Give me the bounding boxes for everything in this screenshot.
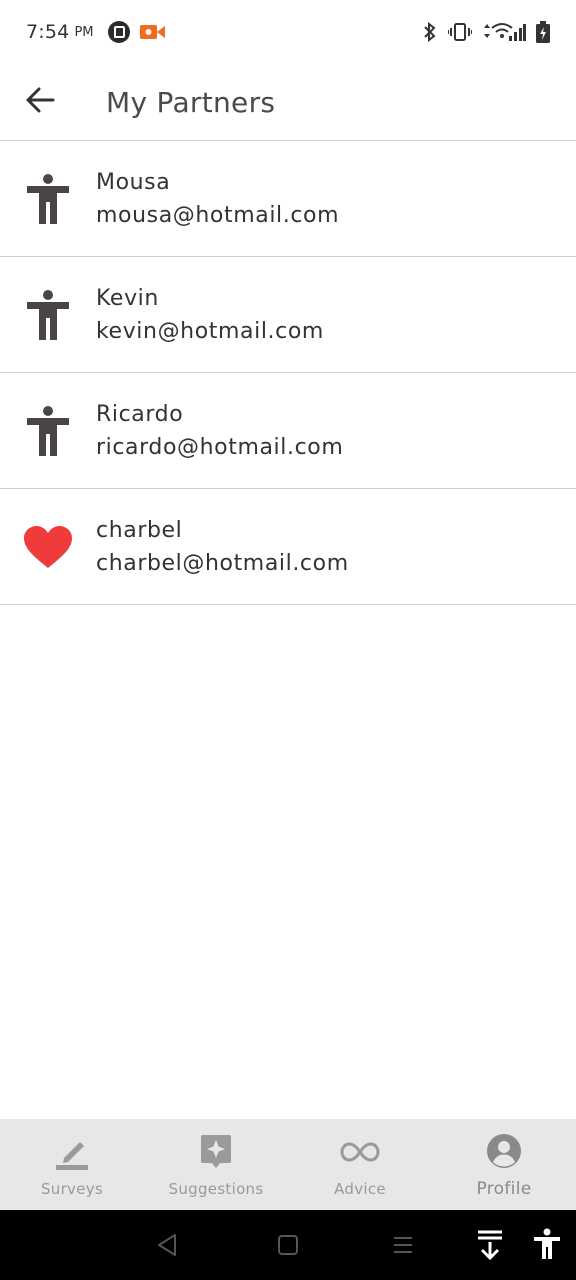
system-home-button[interactable] bbox=[277, 1234, 299, 1260]
bottom-navigation: Surveys Suggestions Advice Profile bbox=[0, 1119, 576, 1210]
app-bar: My Partners bbox=[0, 64, 576, 141]
system-accessibility-button[interactable] bbox=[533, 1228, 561, 1264]
partner-list: Mousa mousa@hotmail.com Kevin kevin@hotm… bbox=[0, 141, 576, 605]
sparkle-bubble-icon bbox=[200, 1134, 232, 1174]
partner-email: ricardo@hotmail.com bbox=[96, 434, 344, 460]
partner-email: mousa@hotmail.com bbox=[96, 202, 340, 228]
nav-label: Surveys bbox=[40, 1179, 104, 1198]
partner-row-kevin[interactable]: Kevin kevin@hotmail.com bbox=[0, 257, 576, 373]
system-recents-button[interactable] bbox=[392, 1235, 414, 1259]
partner-name: Kevin bbox=[96, 285, 159, 311]
battery-charging-icon bbox=[536, 21, 550, 43]
back-button[interactable] bbox=[0, 64, 80, 141]
nav-item-suggestions[interactable]: Suggestions bbox=[144, 1119, 288, 1210]
arrow-down-collapse-icon bbox=[476, 1230, 504, 1264]
square-home-icon bbox=[277, 1234, 299, 1260]
partner-row-ricardo[interactable]: Ricardo ricardo@hotmail.com bbox=[0, 373, 576, 489]
partner-email: kevin@hotmail.com bbox=[96, 318, 324, 344]
menu-lines-icon bbox=[392, 1235, 414, 1259]
vibrate-icon bbox=[448, 22, 472, 42]
status-time: 7:54 bbox=[26, 21, 70, 43]
partner-info: Ricardo ricardo@hotmail.com bbox=[96, 402, 343, 460]
accessibility-icon bbox=[533, 1228, 561, 1264]
status-icons bbox=[422, 21, 550, 43]
status-ampm: PM bbox=[74, 24, 94, 40]
nav-label: Suggestions bbox=[168, 1179, 264, 1198]
nav-label: Advice bbox=[334, 1179, 386, 1198]
accessibility-person-icon bbox=[0, 173, 96, 225]
partner-name: Ricardo bbox=[96, 401, 184, 427]
accessibility-person-icon bbox=[0, 289, 96, 341]
app-notification-icon bbox=[107, 21, 130, 43]
partner-row-charbel[interactable]: charbel charbel@hotmail.com bbox=[0, 489, 576, 605]
heart-icon bbox=[0, 525, 96, 569]
infinity-icon bbox=[340, 1134, 380, 1174]
nav-item-profile[interactable]: Profile bbox=[432, 1119, 576, 1210]
nav-item-advice[interactable]: Advice bbox=[288, 1119, 432, 1210]
system-hide-keyboard-button[interactable] bbox=[476, 1230, 504, 1264]
account-circle-icon bbox=[486, 1133, 522, 1173]
bluetooth-icon bbox=[422, 22, 438, 42]
system-navigation-bar bbox=[0, 1210, 576, 1280]
screen: 7:54 PM My Partners Mousa mousa@hotmail.… bbox=[0, 0, 576, 1280]
accessibility-person-icon bbox=[0, 405, 96, 457]
wifi-signal-icon bbox=[482, 22, 526, 42]
partner-row-mousa[interactable]: Mousa mousa@hotmail.com bbox=[0, 141, 576, 257]
status-bar: 7:54 PM bbox=[0, 0, 576, 64]
partner-name: Mousa bbox=[96, 169, 171, 195]
system-back-button[interactable] bbox=[156, 1233, 178, 1261]
video-recording-icon bbox=[139, 23, 166, 41]
partner-info: Kevin kevin@hotmail.com bbox=[96, 286, 324, 344]
partner-info: charbel charbel@hotmail.com bbox=[96, 518, 349, 576]
partner-name: charbel bbox=[96, 517, 183, 543]
partner-email: charbel@hotmail.com bbox=[96, 550, 349, 576]
page-title: My Partners bbox=[106, 85, 276, 119]
partner-info: Mousa mousa@hotmail.com bbox=[96, 170, 339, 228]
triangle-back-icon bbox=[156, 1233, 178, 1261]
nav-item-surveys[interactable]: Surveys bbox=[0, 1119, 144, 1210]
nav-label: Profile bbox=[476, 1178, 532, 1199]
pencil-icon bbox=[54, 1134, 90, 1174]
arrow-back-icon bbox=[25, 87, 55, 117]
